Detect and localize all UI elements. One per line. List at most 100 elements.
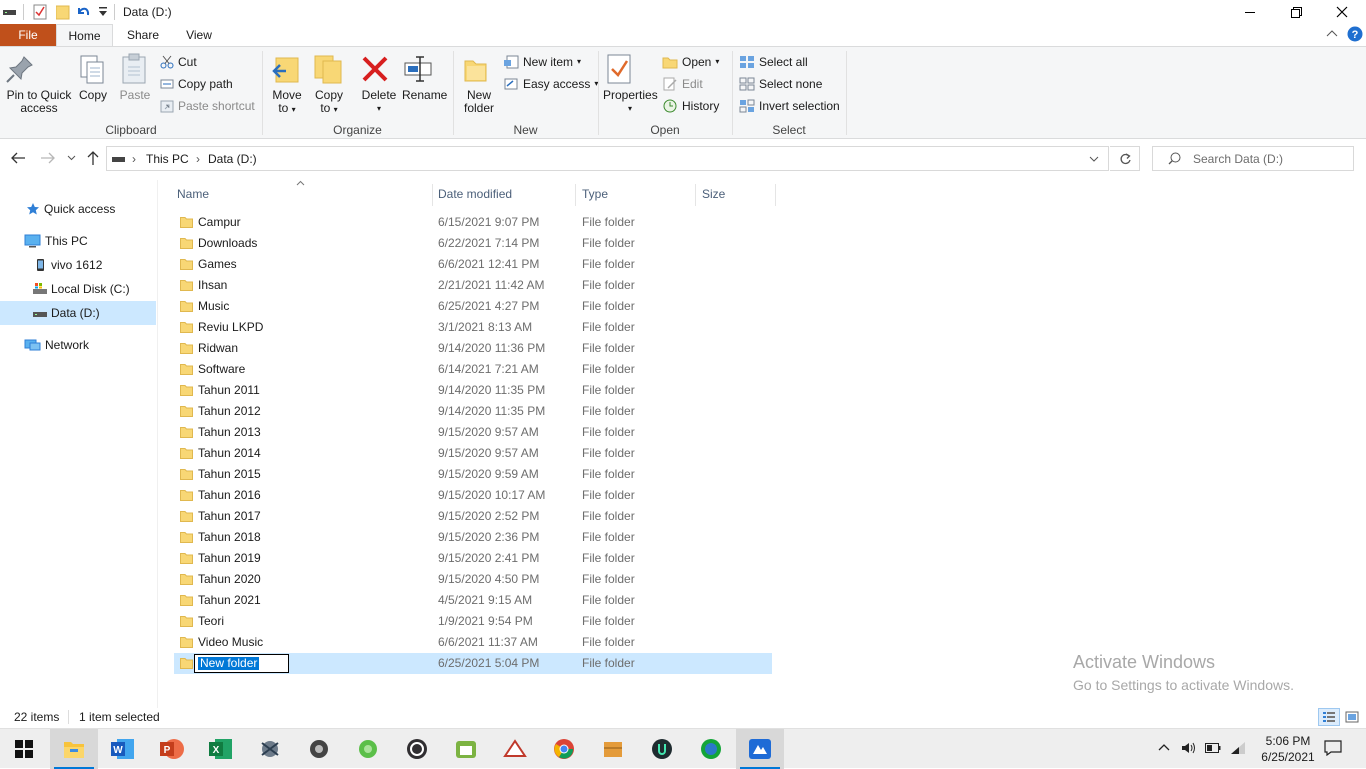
- file-row[interactable]: New folder 6/25/2021 5:04 PM File folder: [174, 653, 772, 674]
- file-row[interactable]: Video Music 6/6/2021 11:37 AM File folder: [174, 632, 772, 653]
- column-divider[interactable]: [575, 184, 576, 206]
- select-none-button[interactable]: Select none: [739, 74, 822, 94]
- taskbar-app[interactable]: [638, 729, 686, 769]
- file-row[interactable]: Campur 6/15/2021 9:07 PM File folder: [174, 212, 772, 233]
- taskbar-app[interactable]: [344, 729, 392, 769]
- taskbar-excel[interactable]: X: [197, 729, 245, 769]
- file-row[interactable]: Tahun 2011 9/14/2020 11:35 PM File folder: [174, 380, 772, 401]
- copy-button[interactable]: Copy: [76, 53, 110, 102]
- restore-button[interactable]: [1273, 0, 1319, 24]
- refresh-button[interactable]: [1110, 146, 1140, 171]
- open-button[interactable]: Open ▾: [662, 52, 719, 72]
- rename-input[interactable]: New folder: [194, 654, 289, 673]
- file-row[interactable]: Teori 1/9/2021 9:54 PM File folder: [174, 611, 772, 632]
- column-divider[interactable]: [695, 184, 696, 206]
- file-row[interactable]: Music 6/25/2021 4:27 PM File folder: [174, 296, 772, 317]
- file-row[interactable]: Tahun 2017 9/15/2020 2:52 PM File folder: [174, 506, 772, 527]
- back-button[interactable]: [10, 151, 26, 165]
- tab-home[interactable]: Home: [56, 24, 113, 47]
- pin-to-quick-access-button[interactable]: Pin to Quick access: [4, 53, 74, 115]
- tab-file[interactable]: File: [0, 24, 56, 46]
- taskbar-powerpoint[interactable]: P: [148, 729, 196, 769]
- address-history-dropdown[interactable]: [1089, 156, 1099, 162]
- file-row[interactable]: Reviu LKPD 3/1/2021 8:13 AM File folder: [174, 317, 772, 338]
- details-view-button[interactable]: [1318, 708, 1340, 726]
- column-header-name[interactable]: Name: [177, 180, 209, 208]
- breadcrumb-this-pc[interactable]: This PC: [146, 152, 189, 166]
- file-row[interactable]: Tahun 2021 4/5/2021 9:15 AM File folder: [174, 590, 772, 611]
- column-divider[interactable]: [432, 184, 433, 206]
- move-to-button[interactable]: Move to ▾: [270, 53, 304, 116]
- help-icon[interactable]: ?: [1347, 26, 1363, 42]
- taskbar-app[interactable]: [736, 729, 784, 769]
- column-divider[interactable]: [775, 184, 776, 206]
- column-header-size[interactable]: Size: [702, 180, 725, 208]
- search-box[interactable]: Search Data (D:): [1152, 146, 1354, 171]
- taskbar-app[interactable]: [589, 729, 637, 769]
- new-folder-button[interactable]: New folder: [459, 53, 499, 115]
- file-row[interactable]: Tahun 2019 9/15/2020 2:41 PM File folder: [174, 548, 772, 569]
- column-header-type[interactable]: Type: [582, 180, 608, 208]
- rename-button[interactable]: Rename: [402, 53, 447, 102]
- nav-network[interactable]: Network: [0, 333, 156, 357]
- close-button[interactable]: [1319, 0, 1365, 24]
- up-button[interactable]: [86, 150, 100, 166]
- file-row[interactable]: Software 6/14/2021 7:21 AM File folder: [174, 359, 772, 380]
- file-row[interactable]: Tahun 2012 9/14/2020 11:35 PM File folder: [174, 401, 772, 422]
- nav-local-disk[interactable]: Local Disk (C:): [0, 277, 156, 301]
- paste-button[interactable]: Paste: [118, 53, 152, 102]
- file-row[interactable]: Tahun 2013 9/15/2020 9:57 AM File folder: [174, 422, 772, 443]
- properties-qa-icon[interactable]: [33, 4, 47, 20]
- tab-view[interactable]: View: [173, 24, 225, 46]
- nav-quick-access[interactable]: Quick access: [0, 197, 156, 221]
- new-folder-qa-icon[interactable]: [56, 4, 70, 20]
- taskbar-word[interactable]: W: [99, 729, 147, 769]
- file-row[interactable]: Games 6/6/2021 12:41 PM File folder: [174, 254, 772, 275]
- customize-qa-icon[interactable]: [98, 6, 108, 18]
- taskbar-android-emulator[interactable]: [442, 729, 490, 769]
- show-hidden-icons-button[interactable]: [1158, 743, 1170, 751]
- properties-button[interactable]: Properties ▾: [603, 53, 658, 115]
- delete-button[interactable]: Delete ▾: [359, 53, 399, 115]
- wifi-icon[interactable]: [1230, 741, 1246, 755]
- nav-this-pc[interactable]: This PC: [0, 229, 156, 253]
- new-item-button[interactable]: New item ▾: [503, 52, 581, 72]
- breadcrumb-data-d[interactable]: Data (D:): [208, 152, 257, 166]
- taskbar-app[interactable]: [491, 729, 539, 769]
- easy-access-button[interactable]: Easy access ▾: [503, 74, 598, 94]
- taskbar-app[interactable]: [246, 729, 294, 769]
- invert-selection-button[interactable]: Invert selection: [739, 96, 840, 116]
- collapse-ribbon-icon[interactable]: [1326, 29, 1338, 39]
- file-row[interactable]: Ridwan 9/14/2020 11:36 PM File folder: [174, 338, 772, 359]
- taskbar-file-explorer[interactable]: [50, 729, 98, 769]
- forward-button[interactable]: [40, 151, 56, 165]
- file-row[interactable]: Tahun 2016 9/15/2020 10:17 AM File folder: [174, 485, 772, 506]
- copy-to-button[interactable]: Copy to ▾: [312, 53, 346, 116]
- start-button[interactable]: [0, 729, 48, 769]
- history-button[interactable]: History: [662, 96, 719, 116]
- notifications-icon[interactable]: [1324, 740, 1342, 756]
- large-icons-view-button[interactable]: [1342, 708, 1362, 726]
- nav-vivo[interactable]: vivo 1612: [0, 253, 156, 277]
- tab-share[interactable]: Share: [113, 24, 173, 46]
- file-row[interactable]: Tahun 2018 9/15/2020 2:36 PM File folder: [174, 527, 772, 548]
- paste-shortcut-button[interactable]: Paste shortcut: [160, 96, 255, 116]
- taskbar-clock[interactable]: 5:06 PM 6/25/2021: [1258, 733, 1318, 765]
- file-row[interactable]: Ihsan 2/21/2021 11:42 AM File folder: [174, 275, 772, 296]
- undo-qa-icon[interactable]: [76, 4, 90, 20]
- file-row[interactable]: Tahun 2020 9/15/2020 4:50 PM File folder: [174, 569, 772, 590]
- nav-data-d[interactable]: Data (D:): [0, 301, 156, 325]
- cut-button[interactable]: Cut: [160, 52, 197, 72]
- taskbar-app[interactable]: [687, 729, 735, 769]
- copy-path-button[interactable]: Copy path: [160, 74, 233, 94]
- taskbar-obs[interactable]: [393, 729, 441, 769]
- select-all-button[interactable]: Select all: [739, 52, 808, 72]
- edit-button[interactable]: Edit: [662, 74, 703, 94]
- battery-icon[interactable]: [1205, 743, 1221, 753]
- address-bar[interactable]: › This PC › Data (D:): [106, 146, 1109, 171]
- file-row[interactable]: Tahun 2015 9/15/2020 9:59 AM File folder: [174, 464, 772, 485]
- taskbar-chrome[interactable]: [540, 729, 588, 769]
- minimize-button[interactable]: [1227, 0, 1273, 24]
- column-header-date-modified[interactable]: Date modified: [438, 180, 512, 208]
- volume-icon[interactable]: [1181, 741, 1197, 755]
